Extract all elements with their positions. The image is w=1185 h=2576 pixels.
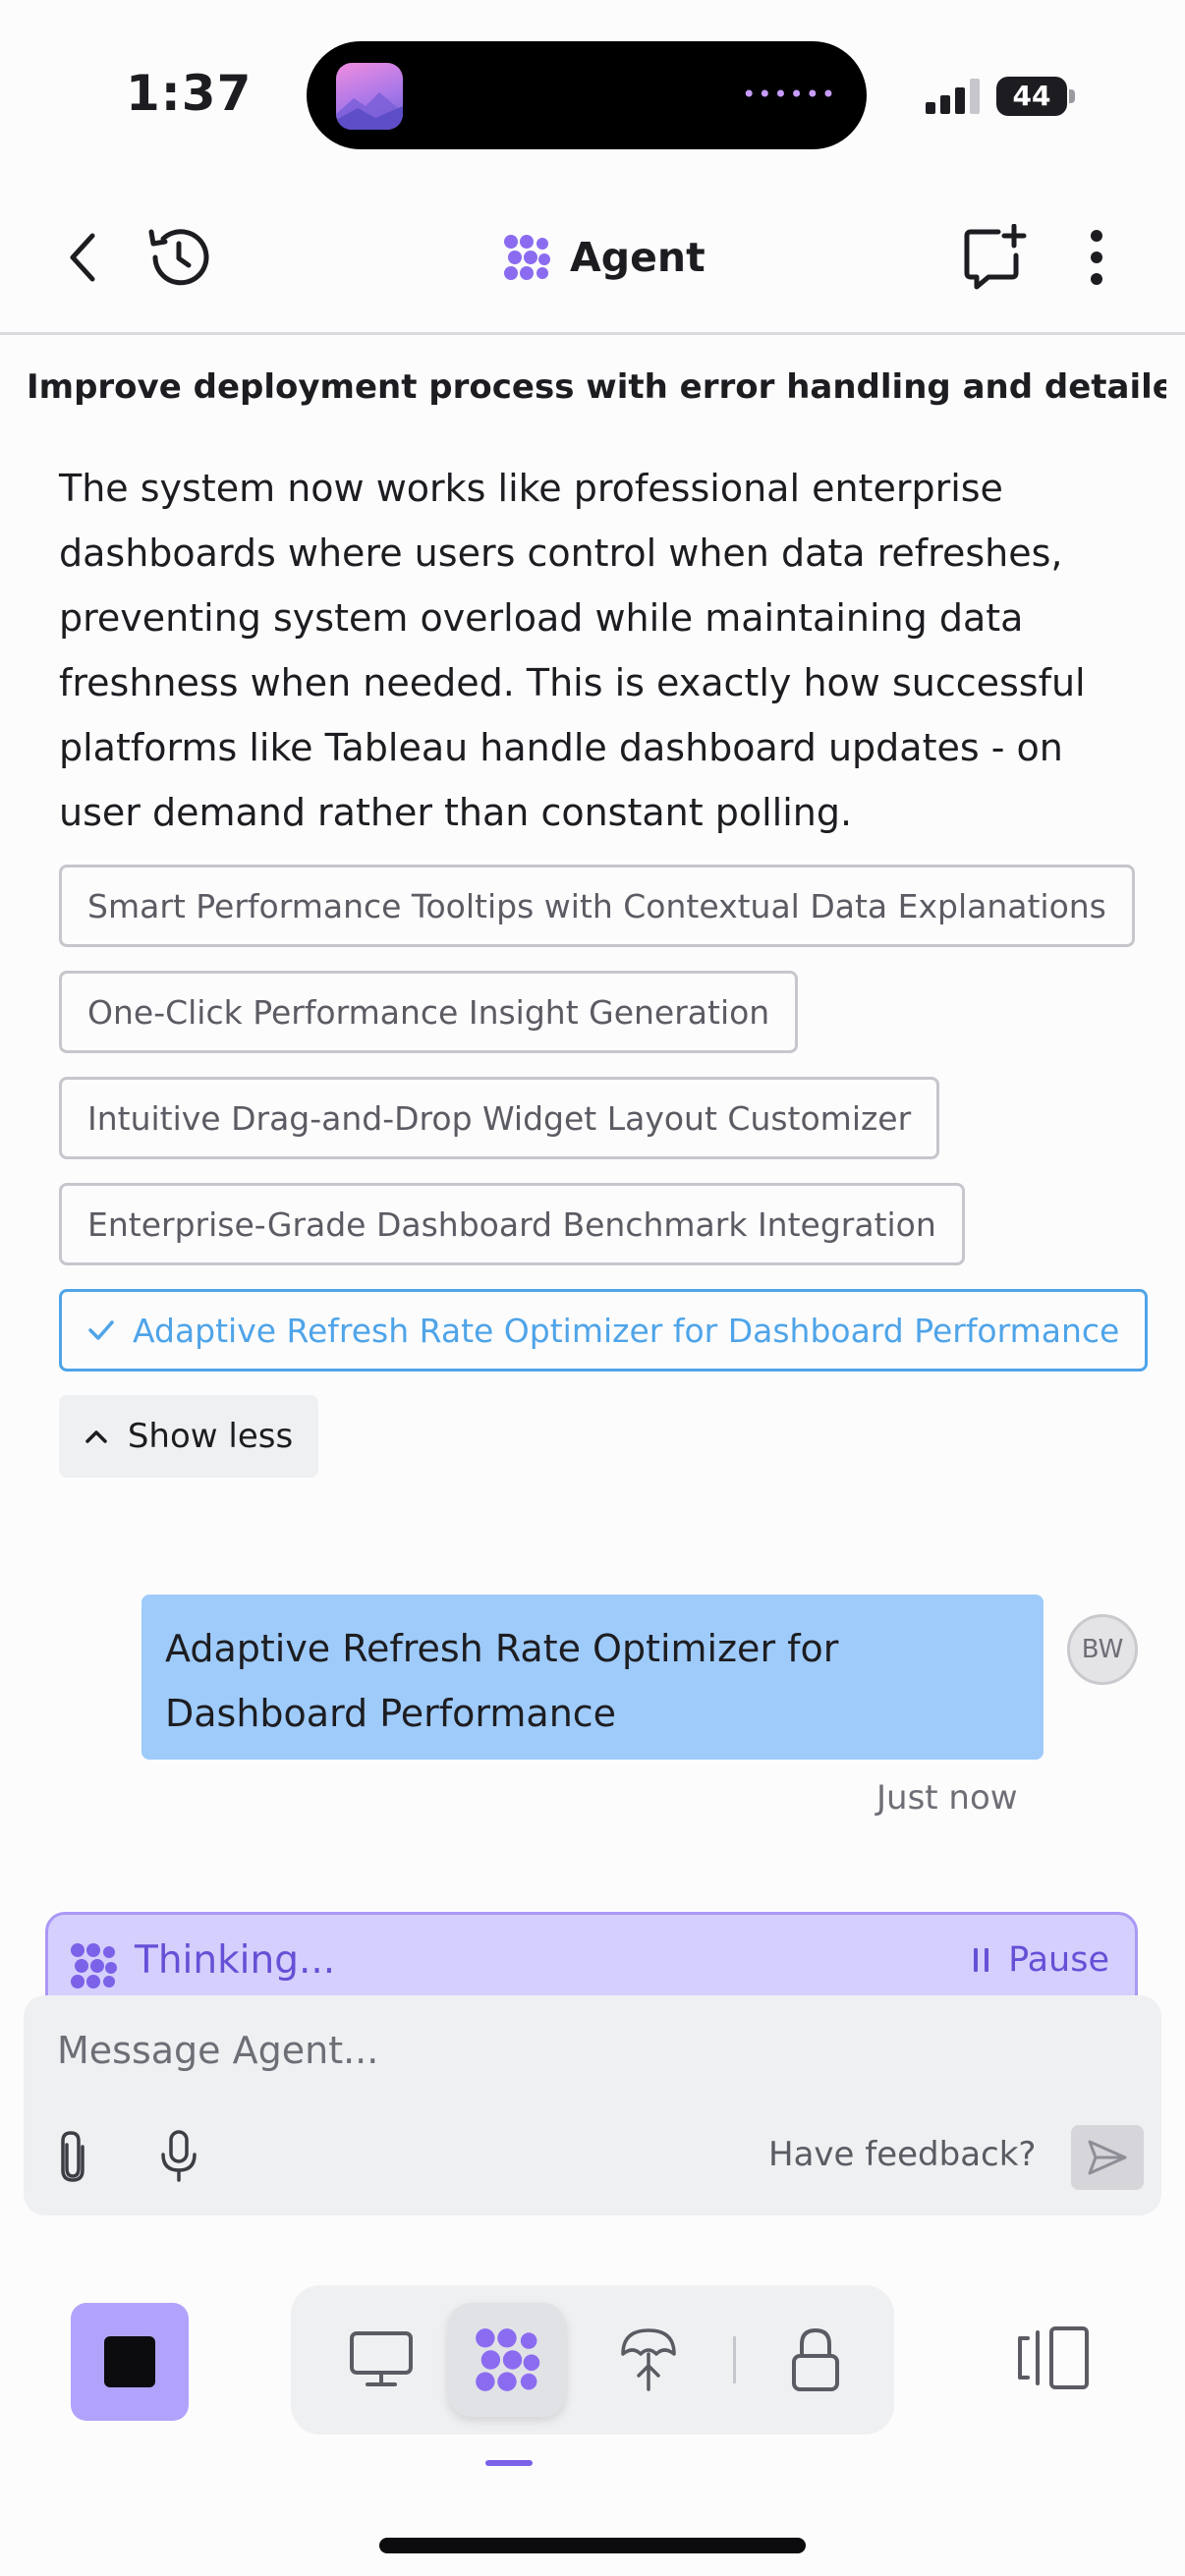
agent-logo-icon (504, 235, 550, 280)
tab-deploy[interactable] (590, 2303, 707, 2417)
stop-icon (104, 2336, 155, 2387)
microphone-icon (161, 2130, 197, 2182)
tab-secrets[interactable] (757, 2303, 875, 2417)
battery-indicator: 44 (996, 77, 1075, 116)
suggestion-label: Enterprise-Grade Dashboard Benchmark Int… (87, 1204, 936, 1244)
suggestion-label: Adaptive Refresh Rate Optimizer for Dash… (133, 1311, 1120, 1350)
tab-separator (733, 2336, 736, 2383)
suggestion-chip[interactable]: One-Click Performance Insight Generation (59, 971, 799, 1053)
checkmark-icon (88, 1320, 114, 1340)
header-divider (0, 332, 1185, 335)
deploy-icon (621, 2328, 676, 2391)
feedback-link[interactable]: Have feedback? (768, 2135, 1036, 2174)
send-button[interactable] (1071, 2125, 1144, 2190)
chevron-left-icon (70, 233, 95, 282)
more-vertical-icon (1091, 230, 1102, 285)
battery-level: 44 (1012, 80, 1051, 112)
home-indicator (379, 2538, 806, 2553)
new-chat-button[interactable] (955, 222, 1034, 293)
pause-button[interactable]: Pause (973, 1940, 1109, 1980)
back-button[interactable] (55, 222, 110, 293)
stop-button[interactable] (71, 2303, 189, 2421)
chevron-up-icon (85, 1430, 107, 1443)
agent-message-text: The system now works like professional e… (59, 467, 1086, 834)
header-title: Agent (501, 228, 705, 287)
header-title-text: Agent (570, 234, 705, 281)
show-less-button[interactable]: Show less (59, 1395, 318, 1478)
tab-preview[interactable] (322, 2303, 440, 2417)
lock-icon (792, 2327, 839, 2391)
suggestion-chip[interactable]: Smart Performance Tooltips with Contextu… (59, 865, 1135, 947)
agent-logo-icon (476, 2328, 540, 2391)
history-icon (148, 229, 209, 286)
signal-icon (926, 79, 985, 114)
pause-label: Pause (1008, 1940, 1109, 1980)
app-thumbnail-icon (336, 63, 403, 130)
agent-logo-icon (71, 1943, 117, 1988)
bottom-tab-group (291, 2285, 894, 2435)
dynamic-island: •••••• (307, 41, 867, 149)
panel-toggle-button[interactable] (1014, 2324, 1093, 2395)
thread-title[interactable]: Improve deployment process with error ha… (27, 367, 1166, 407)
message-composer: Have feedback? (24, 1995, 1161, 2215)
more-button[interactable] (1077, 222, 1116, 293)
show-less-label: Show less (127, 1417, 294, 1456)
suggestion-chip-selected[interactable]: Adaptive Refresh Rate Optimizer for Dash… (59, 1289, 1149, 1372)
microphone-button[interactable] (157, 2129, 200, 2188)
suggestion-label: Intuitive Drag-and-Drop Widget Layout Cu… (87, 1098, 912, 1138)
pause-icon (974, 1948, 989, 1972)
suggestion-label: Smart Performance Tooltips with Contextu… (87, 886, 1106, 925)
suggestion-chip[interactable]: Intuitive Drag-and-Drop Widget Layout Cu… (59, 1077, 940, 1159)
attach-button[interactable] (53, 2129, 92, 2188)
thinking-label: Thinking... (135, 1938, 336, 1983)
user-message-bubble: Adaptive Refresh Rate Optimizer for Dash… (141, 1595, 1044, 1760)
active-tab-indicator (485, 2460, 533, 2466)
paperclip-icon (61, 2131, 85, 2182)
avatar: BW (1067, 1614, 1138, 1685)
suggestion-label: One-Click Performance Insight Generation (87, 992, 770, 1032)
message-input[interactable] (57, 2029, 941, 2072)
status-time: 1:37 (126, 65, 253, 122)
history-button[interactable] (141, 222, 216, 293)
tab-agent[interactable] (448, 2303, 566, 2417)
activity-indicator-icon: •••••• (742, 81, 837, 108)
suggestion-chip[interactable]: Enterprise-Grade Dashboard Benchmark Int… (59, 1183, 965, 1265)
monitor-icon (350, 2331, 413, 2386)
new-chat-icon (964, 224, 1027, 290)
message-timestamp: Just now (876, 1778, 1018, 1818)
send-icon (1088, 2140, 1127, 2175)
panel-toggle-icon (1018, 2326, 1089, 2389)
